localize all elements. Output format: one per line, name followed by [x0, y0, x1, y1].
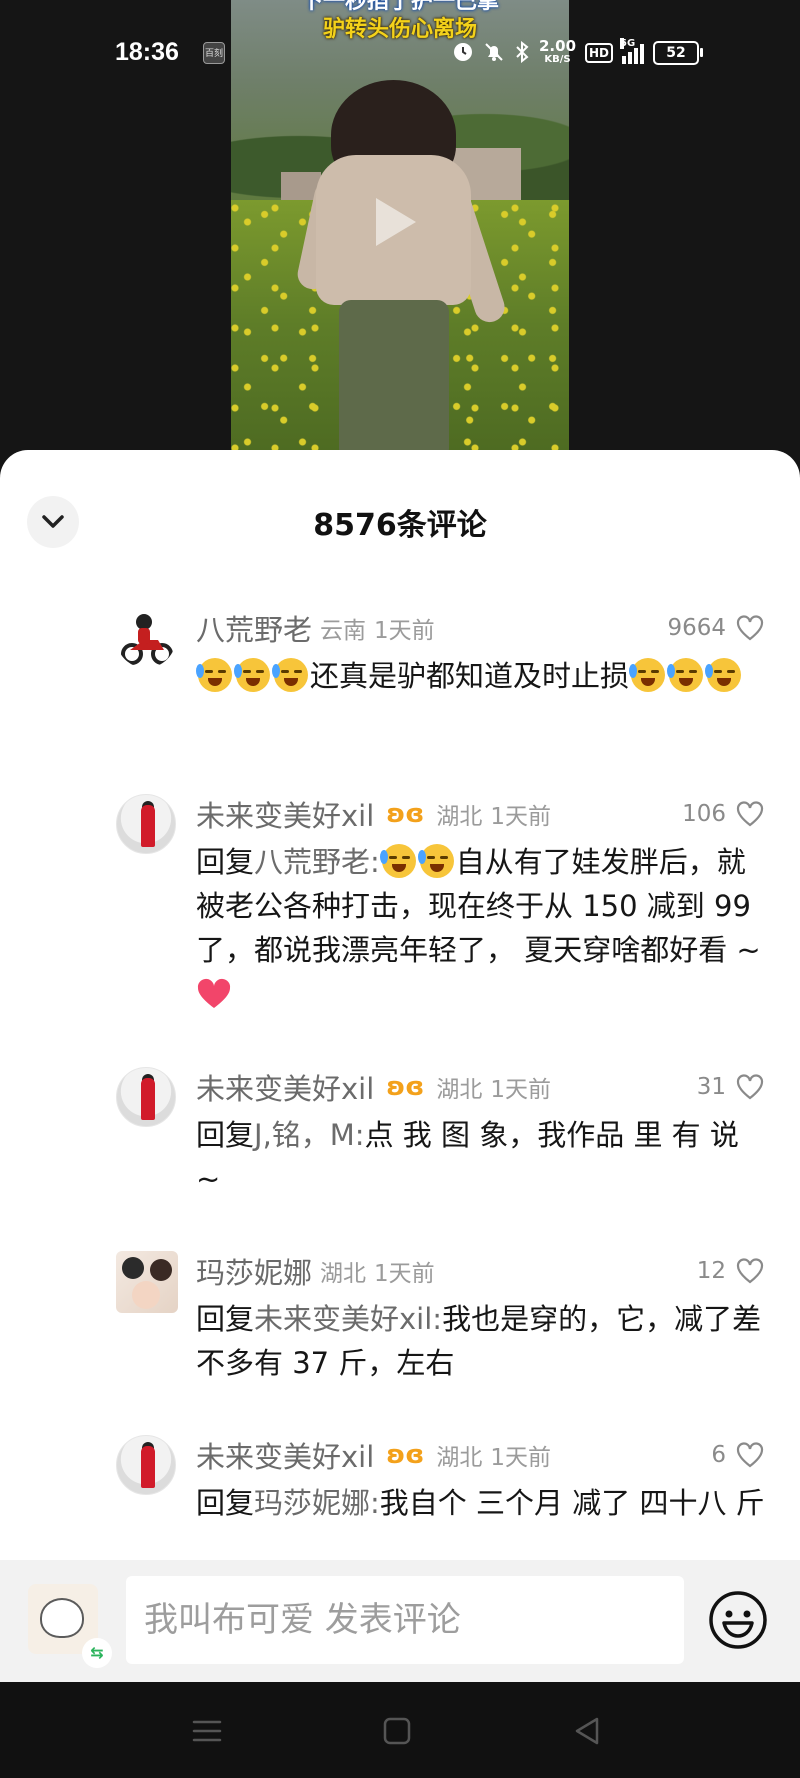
heart-icon: [736, 1442, 764, 1468]
heart-icon: [736, 1074, 764, 1100]
like-button[interactable]: 9664: [667, 608, 764, 648]
like-button[interactable]: 106: [682, 794, 764, 834]
comment-text: 回复八荒野老: 自从有了娃发胖后，就被老公各种打击，现在终于从 150 减到 99…: [196, 840, 766, 1016]
comment-text-content: 我自个 三个月 减了 四十八 斤: [379, 1486, 765, 1520]
timestamp: 1天前: [374, 1261, 435, 1287]
comment-input-bar: ⇆: [0, 1560, 800, 1682]
video-person-pants: [339, 300, 449, 450]
home-icon[interactable]: [380, 1714, 414, 1748]
menu-icon[interactable]: [190, 1714, 224, 1748]
location: 湖北: [436, 804, 483, 830]
reply-target[interactable]: 未来变美好xil:: [254, 1302, 442, 1336]
comment-meta: 未来变美好xil ʚɞ 湖北 1天前: [196, 794, 551, 834]
reply-target[interactable]: J,铭，M:: [254, 1118, 365, 1152]
switch-account-icon[interactable]: ⇆: [82, 1638, 112, 1668]
avatar[interactable]: [116, 1067, 176, 1127]
laugh-cry-emoji-icon: [272, 658, 308, 692]
reply-target[interactable]: 八荒野老:: [254, 845, 380, 879]
location: 湖北: [436, 1445, 483, 1471]
comment-input[interactable]: [126, 1576, 684, 1664]
username[interactable]: 八荒野老: [196, 607, 312, 649]
hd-badge: HD: [585, 43, 614, 63]
heart-icon: [736, 615, 764, 641]
author-badge-icon: ʚɞ: [386, 1440, 425, 1470]
avatar-illustration: [40, 1598, 84, 1638]
reply-prefix: 回复: [196, 1302, 255, 1336]
mute-bell-icon: [483, 41, 505, 66]
like-count: 106: [682, 801, 726, 827]
like-button[interactable]: 12: [697, 1251, 764, 1291]
status-bar: 18:36 百刻 2.00 KB/S HD 5G 52: [0, 0, 800, 106]
play-icon[interactable]: [376, 198, 416, 246]
comment-text: 还真是驴都知道及时止损: [196, 654, 766, 698]
comment-text: 回复玛莎妮娜:我自个 三个月 减了 四十八 斤: [196, 1481, 766, 1525]
username[interactable]: 玛莎妮娜: [196, 1250, 312, 1292]
comment-sheet: 8576条评论 八荒野老 云南 1天前 9664 还真是驴都知道及时止损 未来变…: [0, 450, 800, 1560]
laugh-cry-emoji-icon: [234, 658, 270, 692]
like-count: 31: [696, 1074, 726, 1100]
heart-icon: [736, 801, 764, 827]
back-icon[interactable]: [570, 1714, 604, 1748]
username[interactable]: 未来变美好xil: [196, 793, 374, 835]
laugh-cry-emoji-icon: [196, 658, 232, 692]
laugh-cry-emoji-icon: [667, 658, 704, 692]
comment-text-content: 还真是驴都知道及时止损: [310, 659, 630, 693]
comment-meta: 玛莎妮娜 湖北 1天前: [196, 1251, 435, 1291]
comment-text: 回复J,铭，M:点 我 图 象，我作品 里 有 说 ~: [196, 1113, 766, 1201]
timestamp: 1天前: [490, 1445, 551, 1471]
avatar[interactable]: [116, 794, 176, 854]
network-speed: 2.00 KB/S: [539, 39, 576, 67]
heart-icon: [736, 1258, 764, 1284]
comment-text: 回复未来变美好xil:我也是穿的，它，减了差不多有 37 斤，左右: [196, 1297, 766, 1385]
network-type: 5G: [620, 38, 636, 49]
comment-meta: 八荒野老 云南 1天前: [196, 608, 435, 648]
laugh-cry-emoji-icon: [417, 844, 454, 878]
like-count: 12: [696, 1258, 726, 1284]
author-badge-icon: ʚɞ: [386, 1072, 425, 1102]
signal-icon: 5G: [620, 38, 645, 64]
network-speed-unit: KB/S: [544, 54, 571, 65]
network-speed-value: 2.00: [539, 37, 577, 55]
alarm-icon: [452, 41, 474, 66]
avatar[interactable]: [116, 608, 176, 668]
red-heart-emoji-icon: [197, 978, 231, 1008]
laugh-cry-emoji-icon: [629, 658, 666, 692]
laugh-cry-emoji-icon: [705, 658, 742, 692]
laugh-cry-emoji-icon: [379, 844, 416, 878]
username[interactable]: 未来变美好xil: [196, 1434, 374, 1476]
like-button[interactable]: 31: [697, 1067, 764, 1107]
comment-meta: 未来变美好xil ʚɞ 湖北 1天前: [196, 1067, 551, 1107]
like-count: 9664: [667, 615, 726, 641]
avatar[interactable]: [116, 1251, 178, 1313]
status-icons: 2.00 KB/S HD 5G 52: [452, 36, 704, 70]
avatar[interactable]: [116, 1435, 176, 1495]
like-button[interactable]: 6: [711, 1435, 764, 1475]
battery-icon: 52: [653, 41, 704, 65]
timestamp: 1天前: [490, 804, 551, 830]
comment-meta: 未来变美好xil ʚɞ 湖北 1天前: [196, 1435, 551, 1475]
reply-prefix: 回复: [196, 845, 255, 879]
reply-prefix: 回复: [196, 1486, 255, 1520]
location: 湖北: [436, 1077, 483, 1103]
author-badge-icon: ʚɞ: [386, 799, 425, 829]
reply-target[interactable]: 玛莎妮娜:: [254, 1486, 380, 1520]
comment-count-title: 8576条评论: [313, 508, 487, 543]
app-notification-icon: 百刻: [203, 42, 225, 64]
timestamp: 1天前: [490, 1077, 551, 1103]
location: 云南: [320, 618, 367, 644]
timestamp: 1天前: [374, 618, 435, 644]
system-nav-bar: [0, 1682, 800, 1778]
location: 湖北: [320, 1261, 367, 1287]
emoji-icon[interactable]: [708, 1590, 768, 1650]
status-time: 18:36: [115, 38, 179, 66]
like-count: 6: [711, 1442, 726, 1468]
reply-prefix: 回复: [196, 1118, 255, 1152]
username[interactable]: 未来变美好xil: [196, 1066, 374, 1108]
bluetooth-icon: [514, 40, 530, 66]
